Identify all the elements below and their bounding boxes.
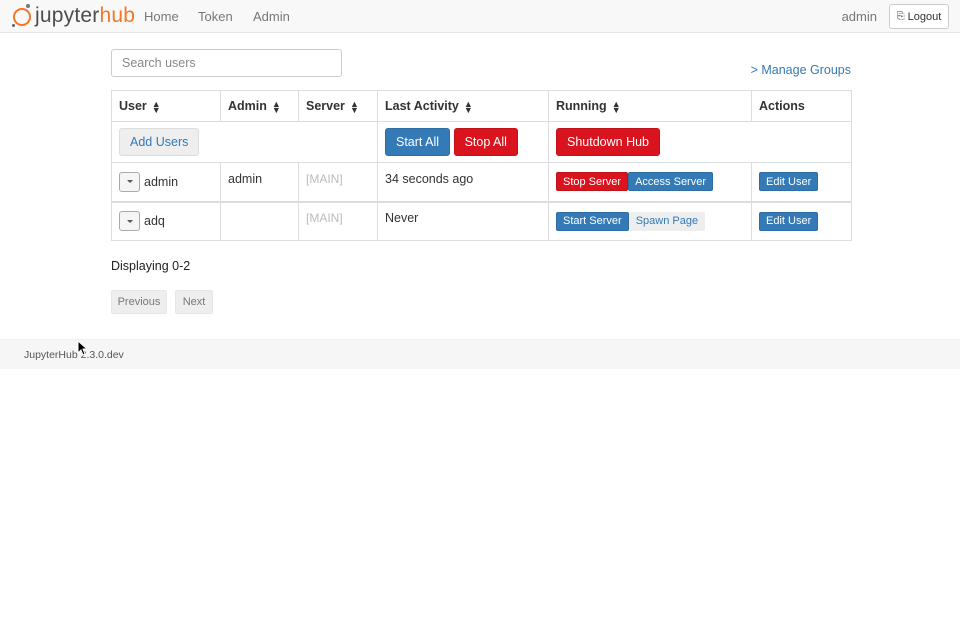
access-server-button[interactable]: Access Server: [628, 172, 714, 192]
previous-page-button[interactable]: Previous: [111, 290, 167, 314]
footer: JupyterHub 2.3.0.dev: [0, 339, 960, 369]
header-user[interactable]: User ▲ ▼: [111, 90, 221, 122]
caret-down-icon: [126, 219, 133, 223]
next-page-button[interactable]: Next: [175, 290, 213, 314]
displaying-range: Displaying 0-2: [111, 259, 191, 273]
version-text: JupyterHub 2.3.0.dev: [24, 349, 124, 361]
table-header-row: User ▲ ▼ Admin ▲ ▼ Server ▲ ▼ Last Activity ▲ ▼ …: [111, 90, 852, 122]
current-user-name: admin: [841, 9, 877, 24]
stop-server-button[interactable]: Stop Server: [556, 172, 629, 192]
sort-icon: ▲ ▼: [611, 98, 621, 115]
sort-icon: ▲ ▼: [463, 98, 473, 115]
shutdown-hub-button[interactable]: Shutdown Hub: [556, 128, 661, 156]
start-all-button[interactable]: Start All: [385, 128, 451, 156]
last-activity: 34 seconds ago: [385, 171, 474, 186]
jupyter-logo-icon: [12, 4, 32, 28]
header-running[interactable]: Running ▲ ▼: [548, 90, 752, 122]
search-users-input[interactable]: [111, 49, 342, 77]
navbar: jupyterhub Home Token Admin admin ⎘ Logo…: [0, 0, 960, 33]
edit-user-button[interactable]: Edit User: [759, 172, 819, 192]
user-name: admin: [144, 174, 179, 189]
sort-icon: ▲ ▼: [349, 98, 359, 115]
brand-text: jupyterhub: [35, 4, 136, 27]
sort-icon: ▲ ▼: [271, 98, 281, 115]
users-table: User ▲ ▼ Admin ▲ ▼ Server ▲ ▼ Last Activity ▲ ▼ …: [111, 90, 852, 241]
manage-groups-link[interactable]: > Manage Groups: [751, 63, 851, 77]
add-users-button[interactable]: Add Users: [119, 128, 200, 156]
header-server[interactable]: Server ▲ ▼: [298, 90, 378, 122]
nav-link-admin[interactable]: Admin: [253, 9, 290, 24]
caret-down-icon: [126, 180, 133, 184]
server-name: [MAIN]: [306, 171, 343, 186]
sort-icon: ▲ ▼: [151, 98, 161, 115]
stop-all-button[interactable]: Stop All: [453, 128, 518, 156]
header-actions: Actions: [751, 90, 852, 122]
header-admin[interactable]: Admin ▲ ▼: [220, 90, 299, 122]
spawn-page-button[interactable]: Spawn Page: [628, 211, 706, 231]
sign-out-icon: ⎘: [896, 11, 905, 22]
expand-user-button[interactable]: [119, 171, 140, 192]
logout-label: Logout: [907, 10, 942, 23]
bulk-actions-row: Add Users Start All Stop All Shutdown Hu…: [111, 121, 852, 163]
table-row: adq [MAIN] Never Start Server Spawn Page …: [111, 200, 852, 241]
edit-user-button[interactable]: Edit User: [759, 211, 819, 231]
nav-link-home[interactable]: Home: [144, 9, 179, 24]
jupyterhub-logo[interactable]: jupyterhub: [12, 3, 135, 29]
user-name: adq: [144, 214, 165, 229]
start-server-button[interactable]: Start Server: [556, 211, 629, 231]
admin-flag: admin: [228, 171, 263, 186]
nav-link-token[interactable]: Token: [198, 9, 233, 24]
last-activity: Never: [385, 211, 419, 226]
logout-button[interactable]: ⎘ Logout: [889, 4, 949, 29]
server-name: [MAIN]: [306, 211, 343, 226]
header-last-activity[interactable]: Last Activity ▲ ▼: [377, 90, 549, 122]
expand-user-button[interactable]: [119, 211, 140, 232]
table-row: admin admin [MAIN] 34 seconds ago Stop S…: [111, 162, 852, 202]
